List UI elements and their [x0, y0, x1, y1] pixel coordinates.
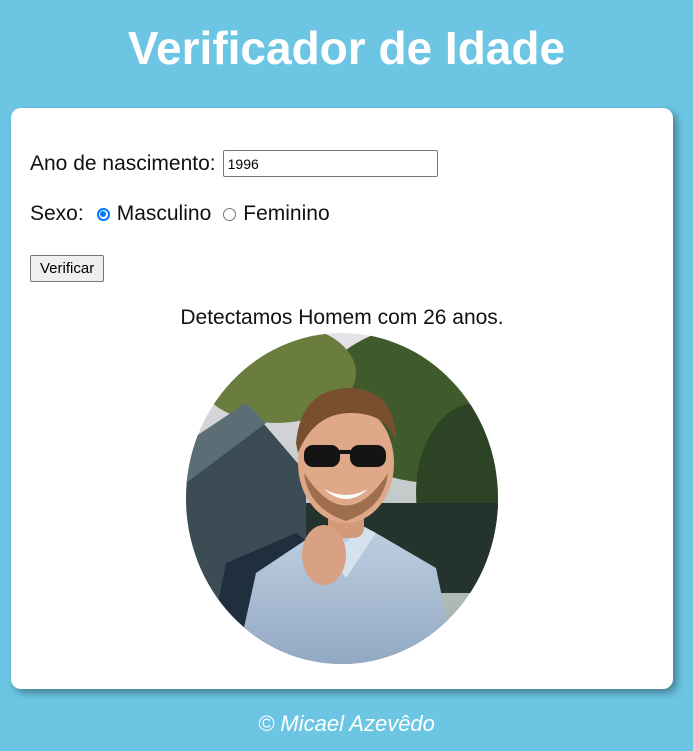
radio-feminino-label[interactable]: Feminino	[243, 202, 329, 226]
radio-feminino[interactable]	[223, 207, 237, 221]
result-text: Detectamos Homem com 26 anos.	[180, 306, 504, 329]
sex-label: Sexo:	[30, 202, 84, 225]
radio-masculino[interactable]	[96, 207, 110, 221]
page-title: Verificador de Idade	[127, 22, 566, 74]
footer-credit: © Micael Azevêdo	[258, 711, 435, 736]
page-header: Verificador de Idade	[0, 0, 693, 100]
birth-year-input[interactable]	[222, 150, 438, 177]
birth-year-label: Ano de nascimento:	[30, 151, 216, 175]
sex-row: Sexo: Masculino Feminino	[30, 202, 330, 226]
birth-year-row: Ano de nascimento:	[30, 150, 438, 177]
result-photo	[186, 333, 498, 664]
man-photo-icon	[186, 333, 498, 664]
verifier-card: Ano de nascimento: Sexo: Masculino Femin…	[11, 108, 673, 689]
radio-masculino-label[interactable]: Masculino	[117, 202, 212, 226]
verify-button[interactable]: Verificar	[30, 255, 105, 282]
